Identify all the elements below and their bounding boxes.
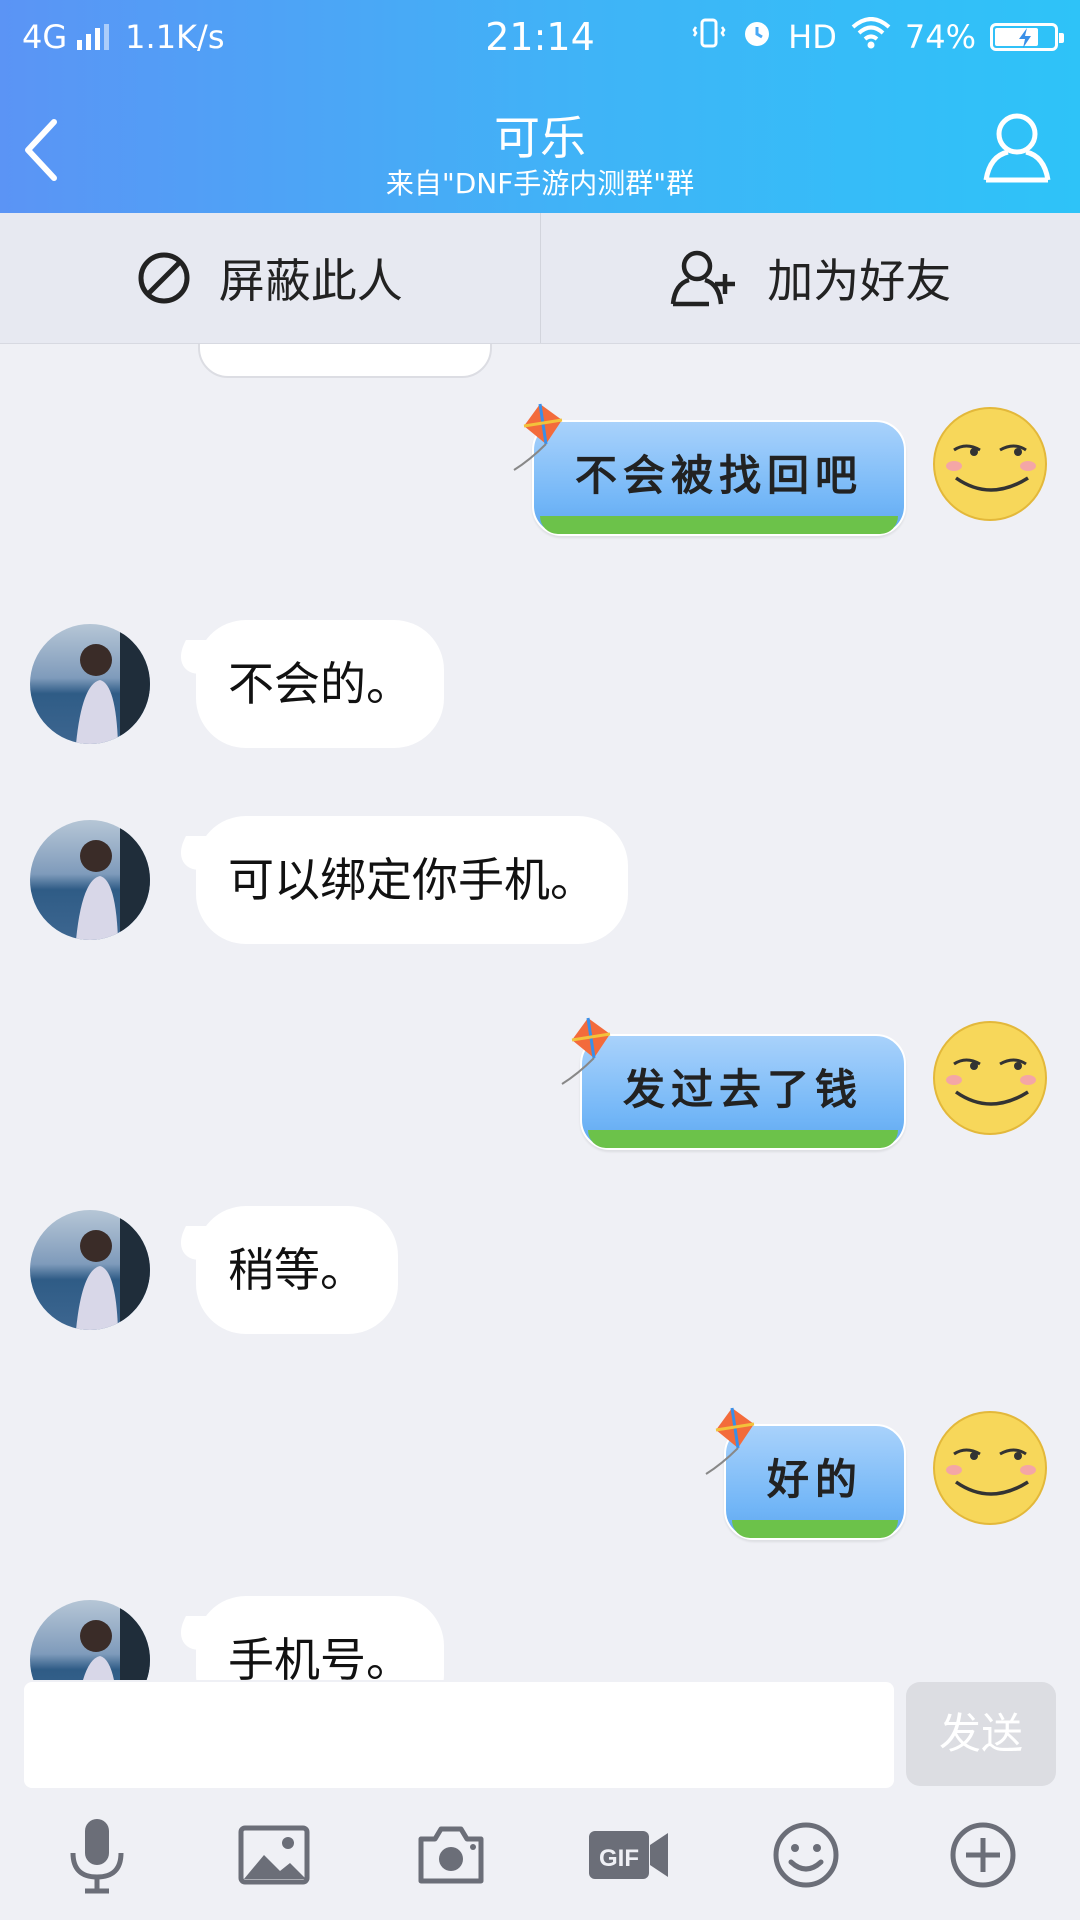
camera-icon[interactable] bbox=[401, 1805, 501, 1905]
top-bar: 4G 1.1K/s 21:14 HD 74% 可乐 来自"DNF手游内测群"群 bbox=[0, 0, 1080, 213]
my-avatar[interactable] bbox=[932, 406, 1048, 522]
image-icon[interactable] bbox=[224, 1805, 324, 1905]
previous-message-bubble bbox=[198, 344, 492, 378]
battery-icon bbox=[990, 23, 1064, 51]
kite-icon bbox=[561, 1017, 611, 1085]
block-user-button[interactable]: 屏蔽此人 bbox=[0, 213, 540, 343]
alarm-icon bbox=[740, 16, 774, 58]
message-input-row: 发送 bbox=[0, 1680, 1080, 1790]
sent-message-bubble[interactable]: 不会被找回吧 bbox=[513, 403, 906, 536]
contact-avatar[interactable] bbox=[30, 820, 150, 940]
sent-message-bubble[interactable]: 好的 bbox=[705, 1407, 906, 1540]
wifi-icon bbox=[851, 17, 891, 57]
input-toolbar: GIF bbox=[0, 1790, 1080, 1920]
received-message-bubble[interactable]: 可以绑定你手机。 bbox=[196, 816, 628, 944]
vibrate-icon bbox=[692, 16, 726, 58]
sent-message-bubble[interactable]: 发过去了钱 bbox=[561, 1017, 906, 1150]
received-message-bubble[interactable]: 稍等。 bbox=[196, 1206, 398, 1334]
chat-title: 可乐 bbox=[494, 111, 586, 165]
my-avatar[interactable] bbox=[932, 1410, 1048, 1526]
block-icon bbox=[138, 252, 190, 304]
message-input[interactable] bbox=[24, 1682, 894, 1788]
emoji-icon[interactable] bbox=[756, 1805, 856, 1905]
add-friend-icon bbox=[671, 250, 736, 307]
chat-subtitle: 来自"DNF手游内测群"群 bbox=[385, 167, 695, 200]
kite-icon bbox=[513, 403, 563, 471]
profile-button[interactable] bbox=[982, 108, 1052, 188]
svg-text:GIF: GIF bbox=[599, 1845, 639, 1872]
plus-icon[interactable] bbox=[933, 1805, 1033, 1905]
send-button[interactable]: 发送 bbox=[906, 1682, 1056, 1786]
received-message-bubble[interactable]: 手机号。 bbox=[196, 1596, 444, 1680]
contact-avatar[interactable] bbox=[30, 624, 150, 744]
block-user-label: 屏蔽此人 bbox=[218, 254, 403, 308]
hd-label: HD bbox=[788, 18, 837, 56]
microphone-icon[interactable] bbox=[47, 1805, 147, 1905]
chat-message-list[interactable]: 不会被找回吧 不会的。 可以绑定你手机。 发过去了钱 稍等。 好的 手机号。 bbox=[0, 344, 1080, 1680]
stranger-action-bar: 屏蔽此人 加为好友 bbox=[0, 213, 1080, 344]
gif-icon[interactable]: GIF bbox=[579, 1805, 679, 1905]
kite-icon bbox=[705, 1407, 755, 1475]
received-message-bubble[interactable]: 不会的。 bbox=[196, 620, 444, 748]
contact-avatar[interactable] bbox=[30, 1600, 150, 1680]
add-friend-button[interactable]: 加为好友 bbox=[539, 213, 1080, 343]
contact-avatar[interactable] bbox=[30, 1210, 150, 1330]
my-avatar[interactable] bbox=[932, 1020, 1048, 1136]
battery-percent: 74% bbox=[904, 18, 976, 56]
status-bar: 4G 1.1K/s 21:14 HD 74% bbox=[0, 0, 1080, 76]
person-icon bbox=[983, 113, 1051, 183]
add-friend-label: 加为好友 bbox=[767, 254, 952, 308]
